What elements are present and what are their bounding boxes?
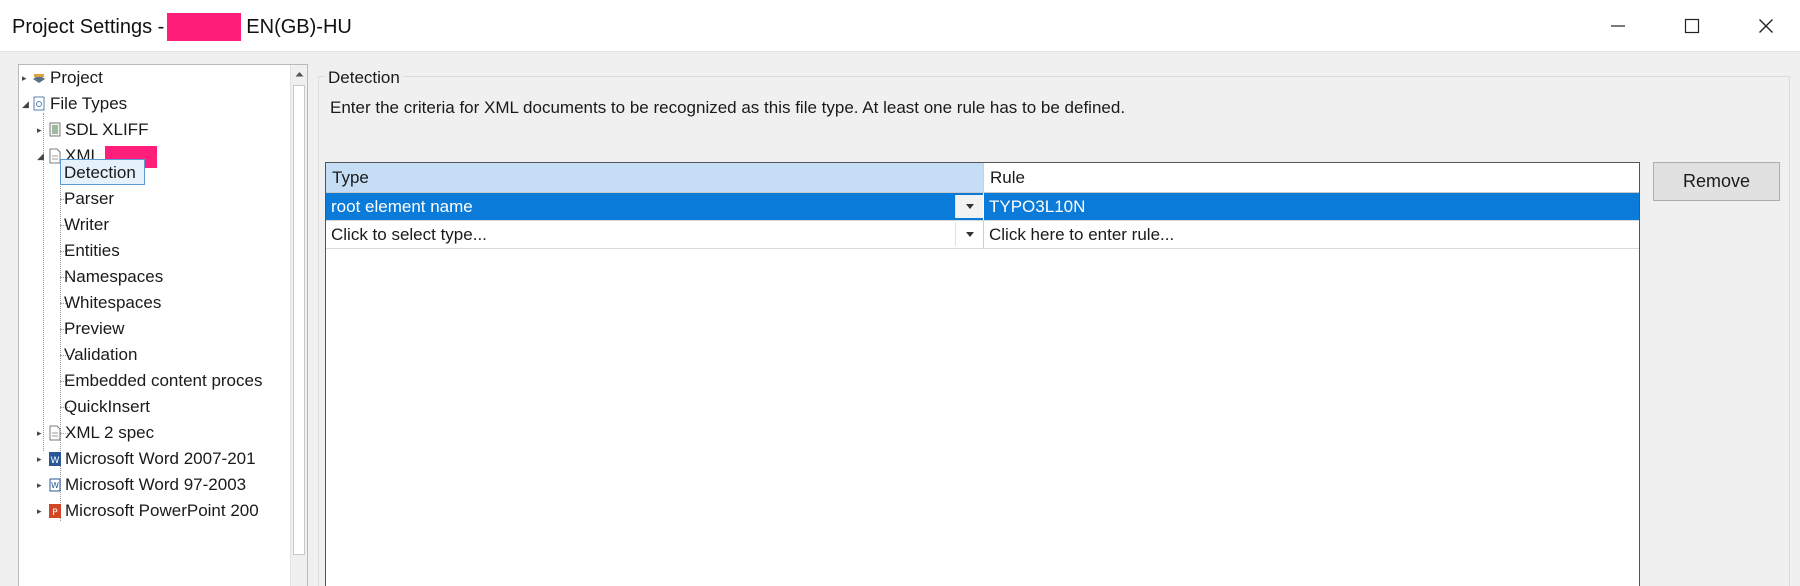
tree-item-project[interactable]: ▸ Project <box>19 65 289 91</box>
table-row[interactable]: root element name TYPO3L10N <box>326 193 1639 221</box>
type-cell[interactable]: Click to select type... <box>326 221 956 248</box>
tree-item-entities[interactable]: Entities <box>19 238 289 264</box>
redacted-project-name <box>167 13 242 41</box>
rule-cell[interactable]: TYPO3L10N <box>984 193 1639 220</box>
type-cell[interactable]: root element name <box>326 193 956 220</box>
type-dropdown-button[interactable] <box>955 195 983 218</box>
column-header-type[interactable]: Type <box>326 163 984 192</box>
xml-file-icon <box>49 425 61 441</box>
tree-item-label: Parser <box>64 189 115 208</box>
expand-arrow-icon[interactable]: ▸ <box>37 454 45 464</box>
tree-item-sdl-xliff[interactable]: ▸ SDL XLIFF <box>19 117 289 143</box>
tree-item-label: Microsoft PowerPoint 200 <box>65 501 259 520</box>
tree-item-parser[interactable]: Parser <box>19 186 289 212</box>
expand-arrow-icon[interactable]: ▸ <box>37 428 45 438</box>
tree-item-label: Detection <box>64 163 136 182</box>
tree-item-label: Whitespaces <box>64 293 162 312</box>
tree-item-label: Preview <box>64 319 125 338</box>
scroll-thumb[interactable] <box>293 85 305 555</box>
tree-item-label: QuickInsert <box>64 397 150 416</box>
expand-arrow-icon[interactable]: ▸ <box>22 73 30 83</box>
expand-arrow-icon[interactable]: ▸ <box>37 480 45 490</box>
tree-item-label: Validation <box>64 345 138 364</box>
tree-item-preview[interactable]: Preview <box>19 316 289 342</box>
tree-item-label: Embedded content proces <box>64 371 263 390</box>
tree-item-label: Project <box>50 68 103 87</box>
tree-item-xml-2-spec[interactable]: ▸ XML 2 spec <box>19 420 289 446</box>
type-dropdown-button[interactable] <box>955 223 983 246</box>
grid-header: Type Rule <box>326 163 1639 193</box>
tree-item-validation[interactable]: Validation <box>19 342 289 368</box>
tree-scrollbar[interactable] <box>290 65 307 586</box>
svg-text:P: P <box>52 508 58 518</box>
rule-cell[interactable]: Click here to enter rule... <box>984 221 1639 248</box>
xliff-icon <box>49 122 61 137</box>
tree-item-quickinsert[interactable]: QuickInsert <box>19 394 289 420</box>
column-header-rule[interactable]: Rule <box>984 163 1639 192</box>
title-bar: Project Settings - EN(GB)-HU <box>0 0 1800 52</box>
tree-item-label: Writer <box>64 215 110 234</box>
tree-item-word-2007[interactable]: ▸ W Microsoft Word 2007-201 <box>19 446 289 472</box>
maximize-button[interactable] <box>1660 0 1724 52</box>
minimize-icon <box>1611 25 1625 27</box>
word-icon: W <box>49 452 61 466</box>
table-row[interactable]: Click to select type... Click here to en… <box>326 221 1639 249</box>
tree-item-label: Entities <box>64 241 120 260</box>
chevron-down-icon <box>965 232 974 237</box>
file-types-icon <box>33 96 45 111</box>
window-title: Project Settings - EN(GB)-HU <box>12 13 352 41</box>
tree-item-powerpoint[interactable]: ▸ P Microsoft PowerPoint 200 <box>19 498 289 524</box>
tree-item-label: SDL XLIFF <box>65 120 149 139</box>
tree-item-label: XML 2 spec <box>65 423 155 442</box>
powerpoint-icon: P <box>49 504 61 518</box>
project-icon <box>33 74 45 83</box>
maximize-icon <box>1684 18 1700 34</box>
settings-tree[interactable]: ▸ Project ◢ File Types ▸ SDL XLIFF ◢ XML… <box>18 64 308 586</box>
chevron-down-icon <box>965 204 974 209</box>
close-icon <box>1759 19 1773 33</box>
remove-button[interactable]: Remove <box>1653 162 1780 201</box>
expand-arrow-icon[interactable]: ▸ <box>37 506 45 516</box>
tree-item-file-types[interactable]: ◢ File Types <box>19 91 289 117</box>
tree-item-label: Namespaces <box>64 267 164 286</box>
rules-grid[interactable]: Type Rule root element name TYPO3L10N Cl… <box>325 162 1640 586</box>
detection-description: Enter the criteria for XML documents to … <box>330 98 1126 117</box>
word-legacy-icon: W <box>49 478 61 492</box>
tree-item-whitespaces[interactable]: Whitespaces <box>19 290 289 316</box>
chevron-up-icon <box>295 71 303 76</box>
close-button[interactable] <box>1734 0 1798 52</box>
tree-item-writer[interactable]: Writer <box>19 212 289 238</box>
tree-item-detection[interactable]: Detection <box>19 160 289 186</box>
scroll-up-button[interactable] <box>291 65 307 82</box>
tree-item-embedded-content[interactable]: Embedded content proces <box>19 368 289 394</box>
minimize-button[interactable] <box>1586 0 1650 52</box>
tree-item-label: Microsoft Word 97-2003 <box>65 475 247 494</box>
window-title-suffix: EN(GB)-HU <box>246 15 352 38</box>
collapse-arrow-icon[interactable]: ◢ <box>22 99 30 109</box>
detection-group-title: Detection <box>325 68 403 88</box>
svg-text:W: W <box>51 481 59 490</box>
svg-text:W: W <box>51 456 60 466</box>
tree-item-label: Microsoft Word 2007-201 <box>65 449 256 468</box>
tree-item-namespaces[interactable]: Namespaces <box>19 264 289 290</box>
window-title-prefix: Project Settings - <box>12 15 165 38</box>
tree-item-word-97[interactable]: ▸ W Microsoft Word 97-2003 <box>19 472 289 498</box>
expand-arrow-icon[interactable]: ▸ <box>37 125 45 135</box>
tree-item-label: File Types <box>50 94 128 113</box>
